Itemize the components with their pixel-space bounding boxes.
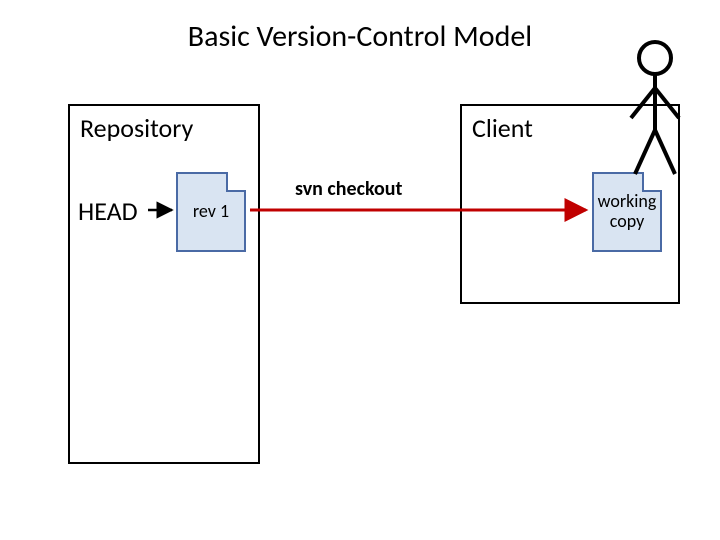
diagram-title: Basic Version-Control Model: [0, 18, 720, 55]
head-pointer-label: HEAD: [78, 195, 138, 227]
repository-box: Repository: [68, 104, 260, 464]
page-fold-icon: [226, 172, 246, 192]
user-icon: [625, 40, 685, 180]
rev1-file-icon: rev 1: [176, 172, 246, 252]
diagram-stage: Basic Version-Control Model Repository H…: [0, 0, 720, 540]
rev1-label: rev 1: [193, 202, 229, 222]
svn-checkout-label: svn checkout: [295, 177, 402, 201]
working-copy-label: working copy: [594, 192, 660, 232]
working-copy-file-icon: working copy: [592, 172, 662, 252]
repository-label: Repository: [70, 106, 258, 150]
